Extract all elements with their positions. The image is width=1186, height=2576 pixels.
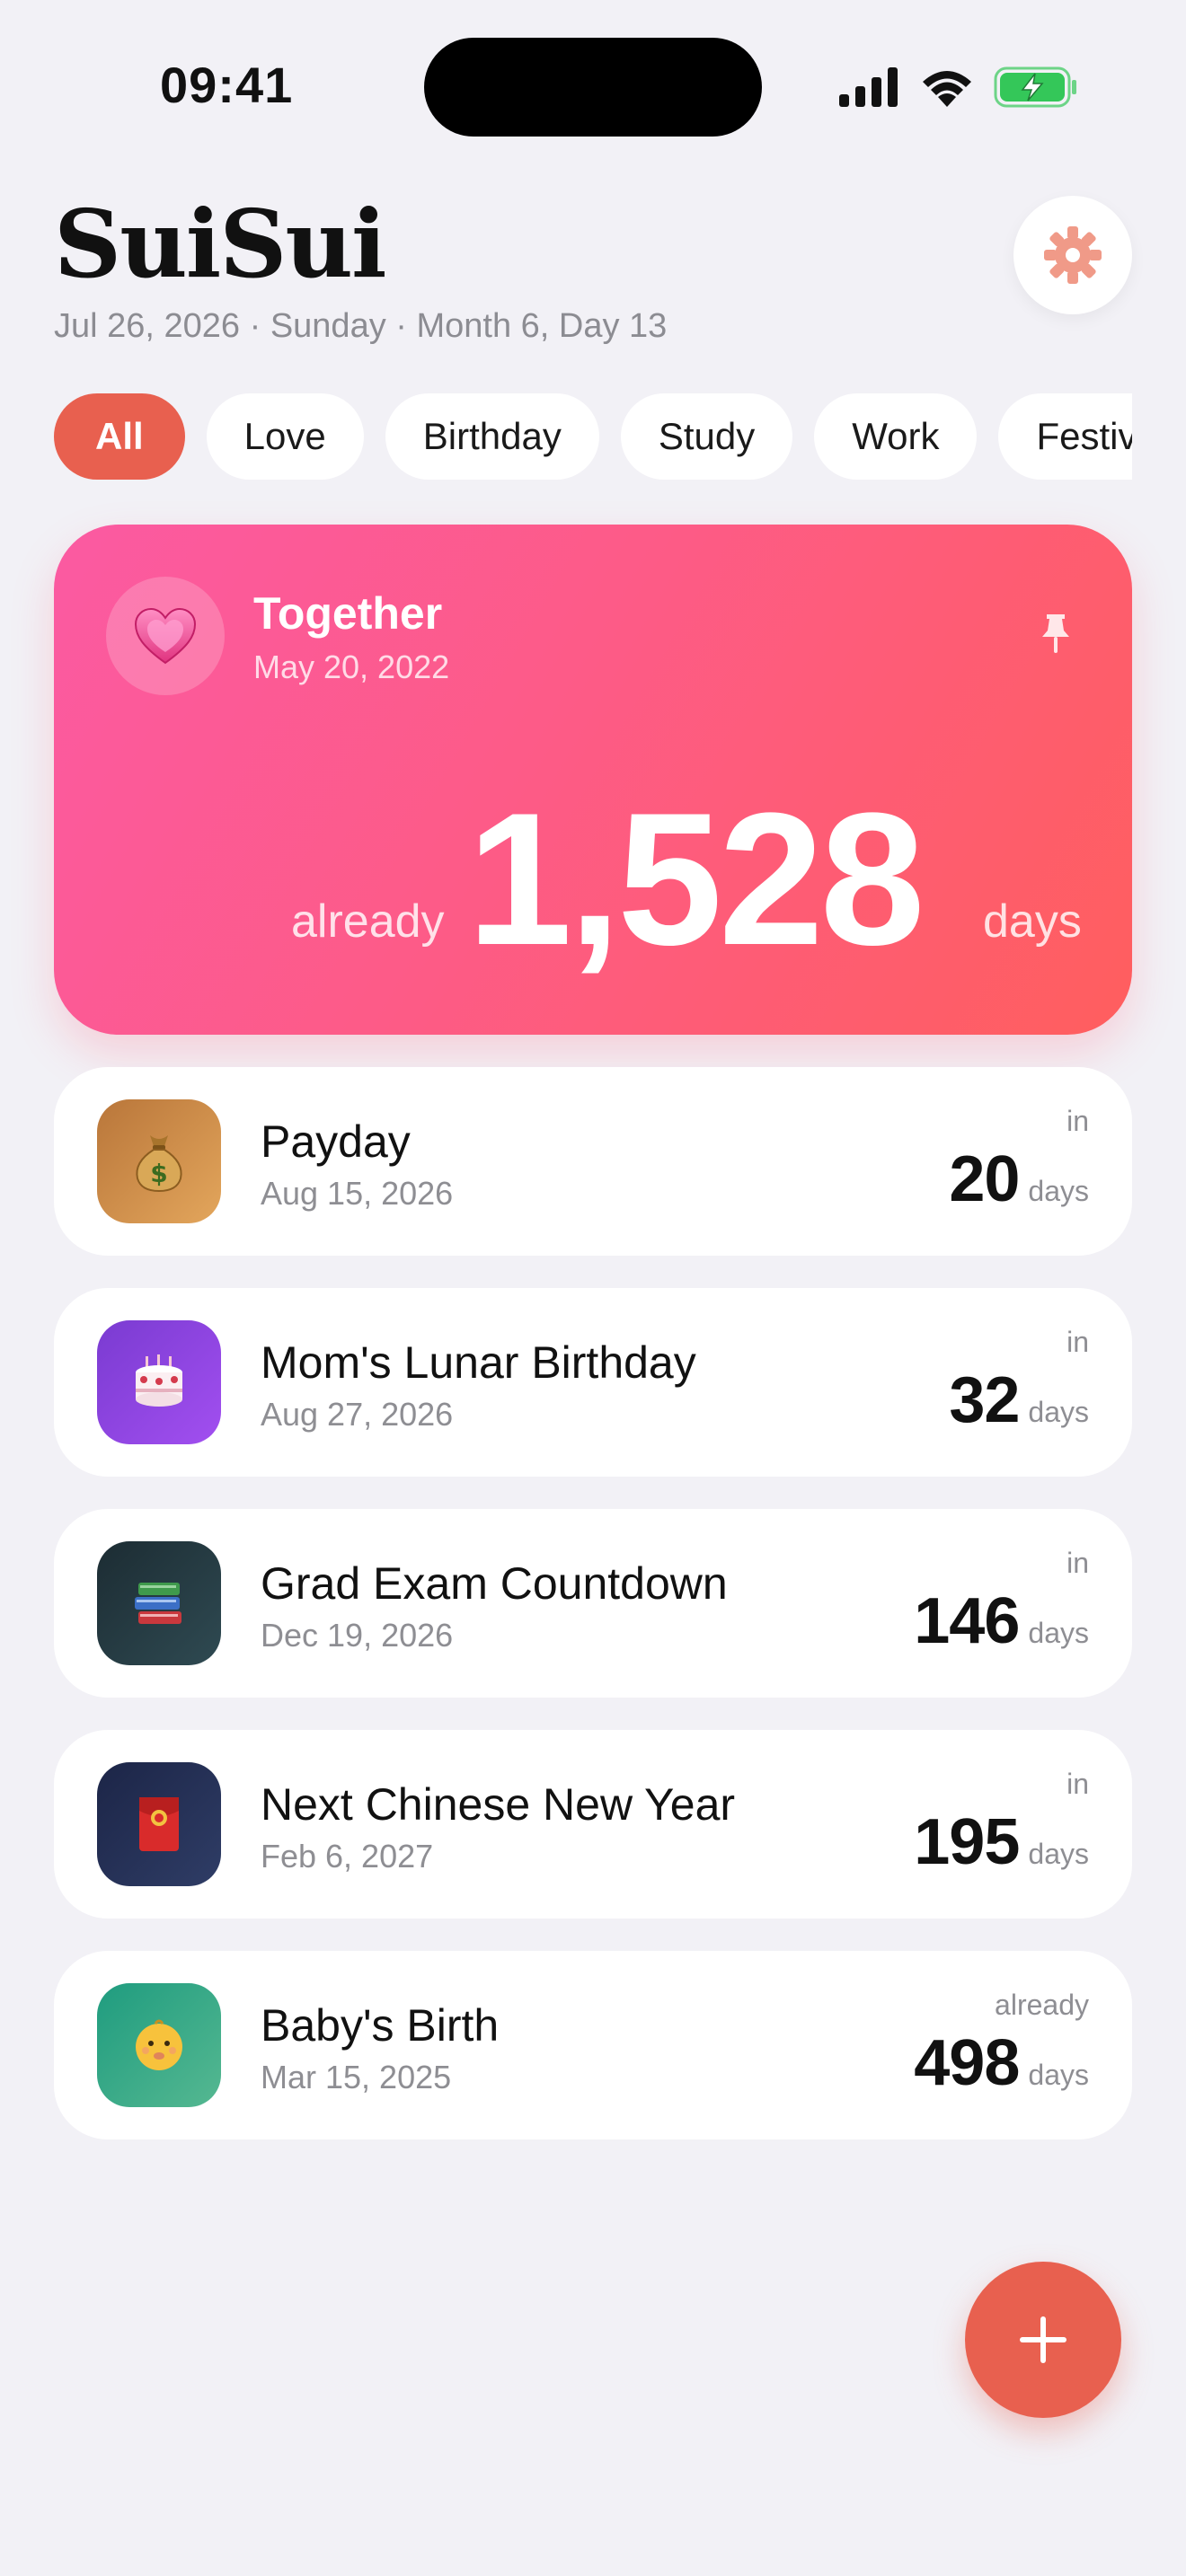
pin-icon[interactable] [1040, 613, 1071, 658]
event-relation: in [1067, 1326, 1089, 1358]
event-day-count: 498 [914, 2027, 1020, 2099]
list-item[interactable]: Next Chinese New Year Feb 6, 2027 in 195… [54, 1730, 1132, 1919]
svg-text:$: $ [150, 1159, 167, 1188]
featured-day-count: 1,528 [467, 773, 925, 984]
cellular-signal-icon [839, 67, 898, 107]
event-date: Dec 19, 2026 [261, 1617, 454, 1654]
settings-button[interactable] [1013, 196, 1132, 314]
event-count-row: 498 days [914, 2026, 1089, 2100]
event-relation: in [1067, 1547, 1089, 1579]
event-date: Feb 6, 2027 [261, 1838, 434, 1875]
event-name: Payday [261, 1116, 411, 1167]
status-bar: 09:41 [0, 0, 1186, 171]
event-date: Aug 27, 2026 [261, 1396, 454, 1433]
event-day-count: 195 [914, 1806, 1020, 1878]
status-time: 09:41 [160, 57, 294, 113]
plus-icon [1020, 2316, 1067, 2363]
event-unit: days [1028, 1396, 1089, 1428]
event-unit: days [1028, 1617, 1089, 1649]
heart-icon [106, 577, 225, 695]
event-relation: already [995, 1989, 1089, 2021]
featured-event-card[interactable]: Together May 20, 2022 already 1,528 days [54, 525, 1132, 1035]
list-item[interactable]: Grad Exam Countdown Dec 19, 2026 in 146 … [54, 1509, 1132, 1698]
app-title: SuiSui [54, 189, 386, 299]
books-icon [97, 1541, 221, 1665]
list-item[interactable]: Baby's Birth Mar 15, 2025 already 498 da… [54, 1951, 1132, 2139]
event-day-count: 32 [949, 1364, 1020, 1436]
event-count-row: 32 days [949, 1363, 1089, 1437]
event-unit: days [1028, 2059, 1089, 2091]
tab-birthday[interactable]: Birthday [385, 393, 599, 480]
featured-title: Together [253, 588, 443, 639]
featured-relation: already [291, 895, 445, 948]
money-bag-shape: $ [136, 1135, 182, 1193]
event-count-row: 195 days [914, 1805, 1089, 1879]
tab-study[interactable]: Study [620, 393, 793, 480]
dynamic-island [424, 38, 762, 137]
red-envelope-shape [139, 1797, 179, 1851]
list-item[interactable]: $ Payday Aug 15, 2026 in 20 days [54, 1067, 1132, 1256]
wifi-icon [923, 71, 971, 107]
event-day-count: 20 [949, 1143, 1020, 1215]
tab-work[interactable]: Work [814, 393, 978, 480]
event-relation: in [1067, 1768, 1089, 1800]
add-event-button[interactable] [965, 2262, 1121, 2418]
event-day-count: 146 [914, 1585, 1020, 1657]
event-name: Mom's Lunar Birthday [261, 1337, 696, 1388]
status-icons [839, 65, 1078, 110]
event-date: Mar 15, 2025 [261, 2059, 452, 2095]
baby-face-shape [136, 2019, 182, 2070]
cake-shape [136, 1354, 182, 1407]
event-name: Baby's Birth [261, 2000, 500, 2051]
red-envelope-icon [97, 1762, 221, 1886]
event-list: $ Payday Aug 15, 2026 in 20 days Mom's L… [54, 1067, 1132, 2172]
featured-date: May 20, 2022 [253, 648, 450, 685]
birthday-cake-icon [97, 1320, 221, 1444]
heart-shape [134, 607, 197, 665]
books-shape [135, 1583, 181, 1624]
money-bag-icon: $ [97, 1099, 221, 1223]
event-date: Aug 15, 2026 [261, 1175, 454, 1212]
category-tabs: All Love Birthday Study Work Festival [54, 393, 1132, 481]
event-count-row: 20 days [949, 1142, 1089, 1216]
gear-icon [1044, 226, 1102, 284]
event-name: Next Chinese New Year [261, 1779, 736, 1830]
today-date: Jul 26, 2026 · Sunday · Month 6, Day 13 [54, 307, 668, 345]
event-count-row: 146 days [914, 1584, 1089, 1658]
event-unit: days [1028, 1175, 1089, 1207]
event-name: Grad Exam Countdown [261, 1558, 728, 1609]
baby-icon [97, 1983, 221, 2107]
list-item[interactable]: Mom's Lunar Birthday Aug 27, 2026 in 32 … [54, 1288, 1132, 1477]
tab-all[interactable]: All [54, 393, 185, 480]
battery-charging-icon [994, 66, 1076, 108]
tab-love[interactable]: Love [206, 393, 364, 480]
featured-unit: days [983, 895, 1082, 948]
event-relation: in [1067, 1105, 1089, 1137]
event-unit: days [1028, 1838, 1089, 1870]
tab-festival[interactable]: Festival [998, 393, 1132, 480]
